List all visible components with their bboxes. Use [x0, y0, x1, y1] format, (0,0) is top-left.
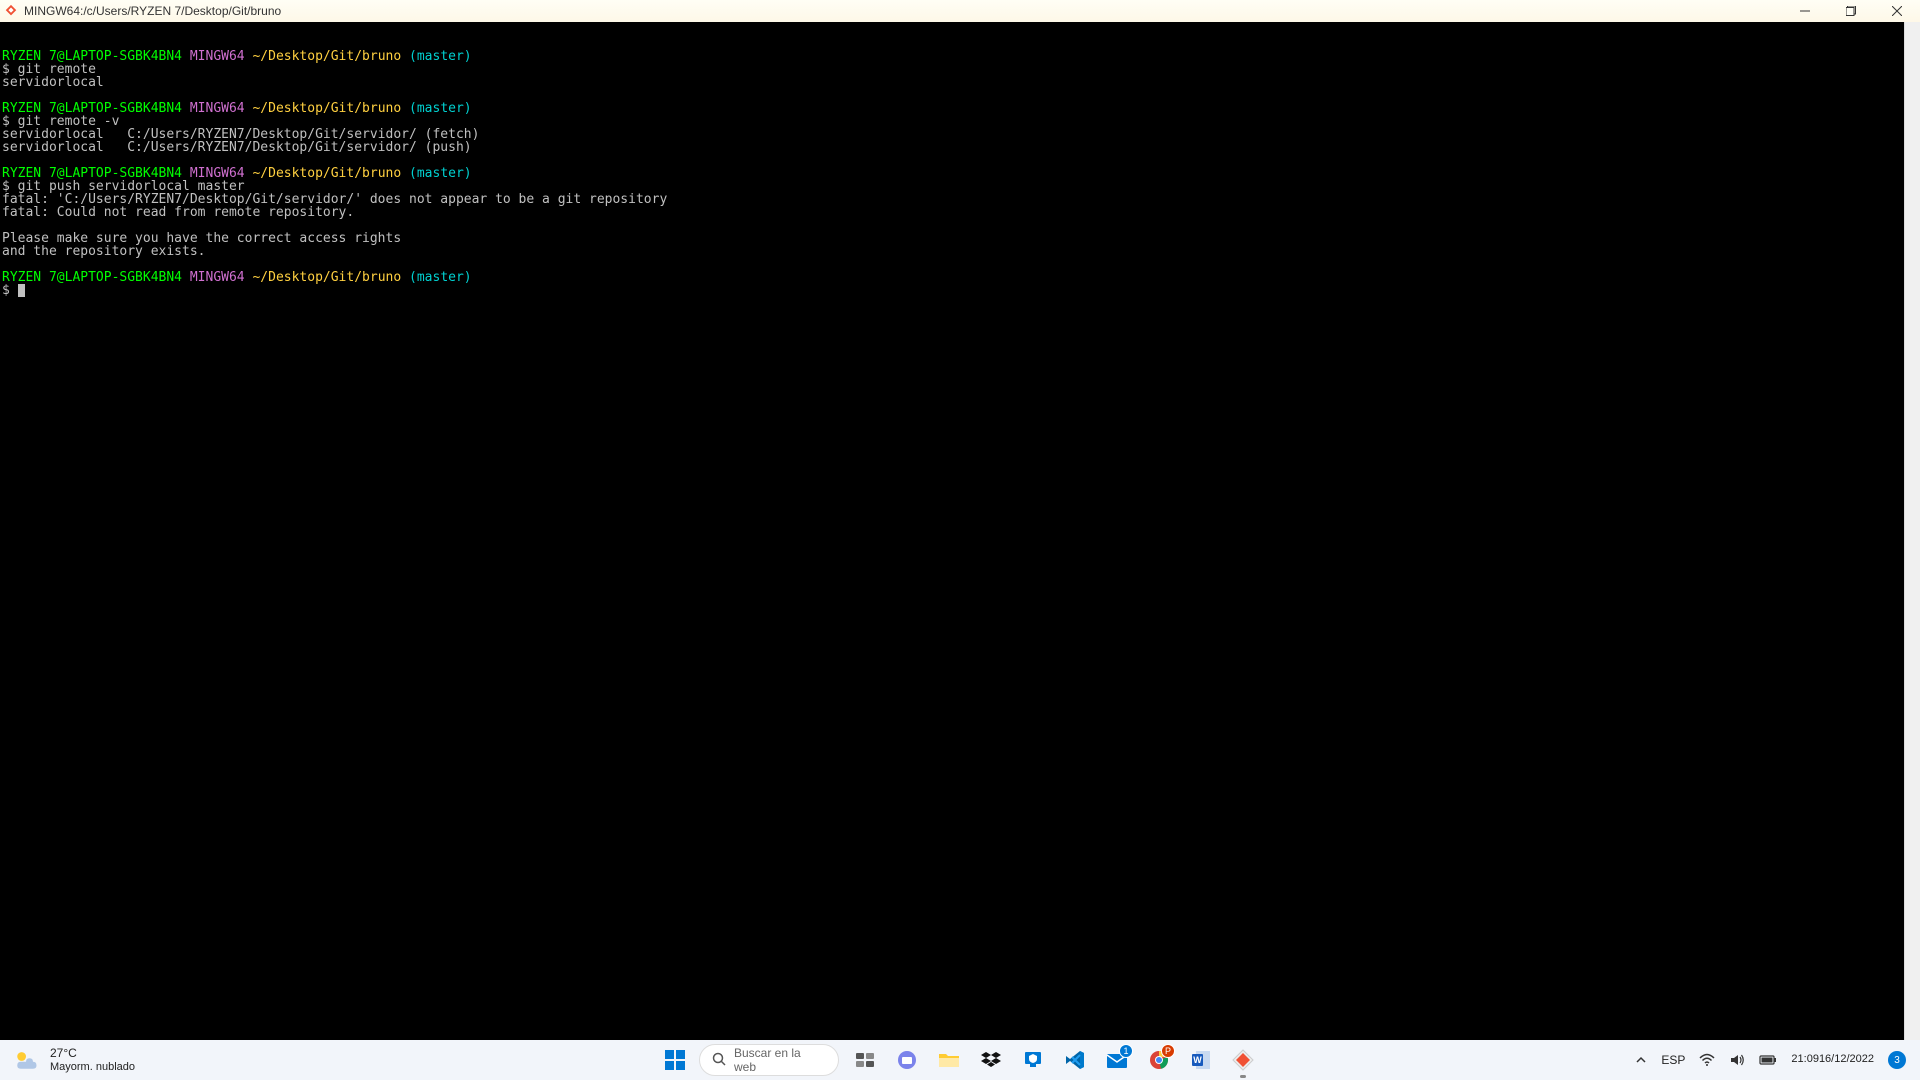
notification-count: 3 [1888, 1051, 1906, 1069]
window-title: MINGW64:/c/Users/RYZEN 7/Desktop/Git/bru… [24, 4, 281, 18]
battery-icon[interactable] [1757, 1054, 1779, 1066]
tray-overflow-icon[interactable] [1633, 1054, 1649, 1066]
minimize-button[interactable] [1782, 0, 1828, 22]
svg-text:W: W [1193, 1055, 1202, 1065]
task-view-icon[interactable] [845, 1040, 885, 1080]
taskbar-center: Buscar en la web 1 P W [657, 1040, 1263, 1080]
terminal-content: RYZEN 7@LAPTOP-SGBK4BN4 MINGW64 ~/Deskto… [2, 50, 1918, 297]
clock-date: 16/12/2022 [1819, 1053, 1874, 1066]
notification-center[interactable]: 3 [1886, 1051, 1908, 1069]
file-explorer-icon[interactable] [929, 1040, 969, 1080]
terminal-area[interactable]: RYZEN 7@LAPTOP-SGBK4BN4 MINGW64 ~/Deskto… [0, 22, 1920, 1040]
clock-time: 21:09 [1791, 1053, 1819, 1066]
language-indicator[interactable]: ESP [1659, 1053, 1687, 1067]
mail-badge: 1 [1119, 1044, 1133, 1058]
clock[interactable]: 21:09 16/12/2022 [1789, 1053, 1876, 1066]
weather-widget[interactable]: 27°C Mayorm. nublado [0, 1046, 135, 1074]
weather-text: 27°C Mayorm. nublado [50, 1046, 135, 1074]
chrome-icon[interactable]: P [1139, 1040, 1179, 1080]
mail-icon[interactable]: 1 [1097, 1040, 1137, 1080]
weather-temp: 27°C [50, 1046, 135, 1060]
window-controls [1782, 0, 1920, 22]
start-button[interactable] [657, 1042, 693, 1078]
security-icon[interactable] [1013, 1040, 1053, 1080]
system-tray: ESP 21:09 16/12/2022 3 [1633, 1040, 1920, 1080]
dropbox-icon[interactable] [971, 1040, 1011, 1080]
word-icon[interactable]: W [1181, 1040, 1221, 1080]
titlebar: MINGW64:/c/Users/RYZEN 7/Desktop/Git/bru… [0, 0, 1920, 22]
weather-desc: Mayorm. nublado [50, 1061, 135, 1074]
close-button[interactable] [1874, 0, 1920, 22]
wifi-icon[interactable] [1697, 1052, 1717, 1068]
vertical-scrollbar[interactable] [1904, 22, 1920, 1040]
search-box[interactable]: Buscar en la web [699, 1044, 839, 1076]
weather-icon [12, 1046, 40, 1074]
git-bash-icon[interactable] [1223, 1040, 1263, 1080]
chrome-badge: P [1161, 1044, 1175, 1058]
volume-icon[interactable] [1727, 1052, 1747, 1068]
taskbar: 27°C Mayorm. nublado Buscar en la web 1 … [0, 1040, 1920, 1080]
maximize-button[interactable] [1828, 0, 1874, 22]
app-icon [4, 4, 18, 18]
vscode-icon[interactable] [1055, 1040, 1095, 1080]
chat-icon[interactable] [887, 1040, 927, 1080]
search-icon [712, 1052, 726, 1069]
taskbar-apps: 1 P W [845, 1040, 1263, 1080]
search-placeholder: Buscar en la web [734, 1046, 826, 1074]
